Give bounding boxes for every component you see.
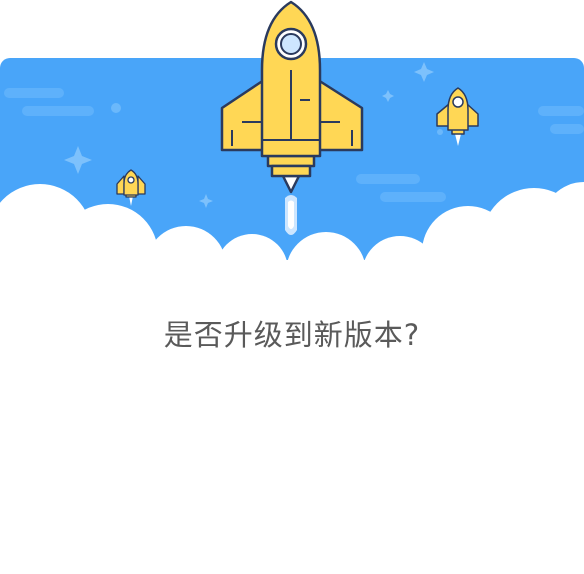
sky-streaks [4,88,584,202]
update-prompt-text: 是否升级到新版本? [163,318,421,352]
update-dialog: 是否升级到新版本? [0,0,584,574]
sparkle-star-icon [64,62,434,208]
banner-illustration [0,58,584,280]
